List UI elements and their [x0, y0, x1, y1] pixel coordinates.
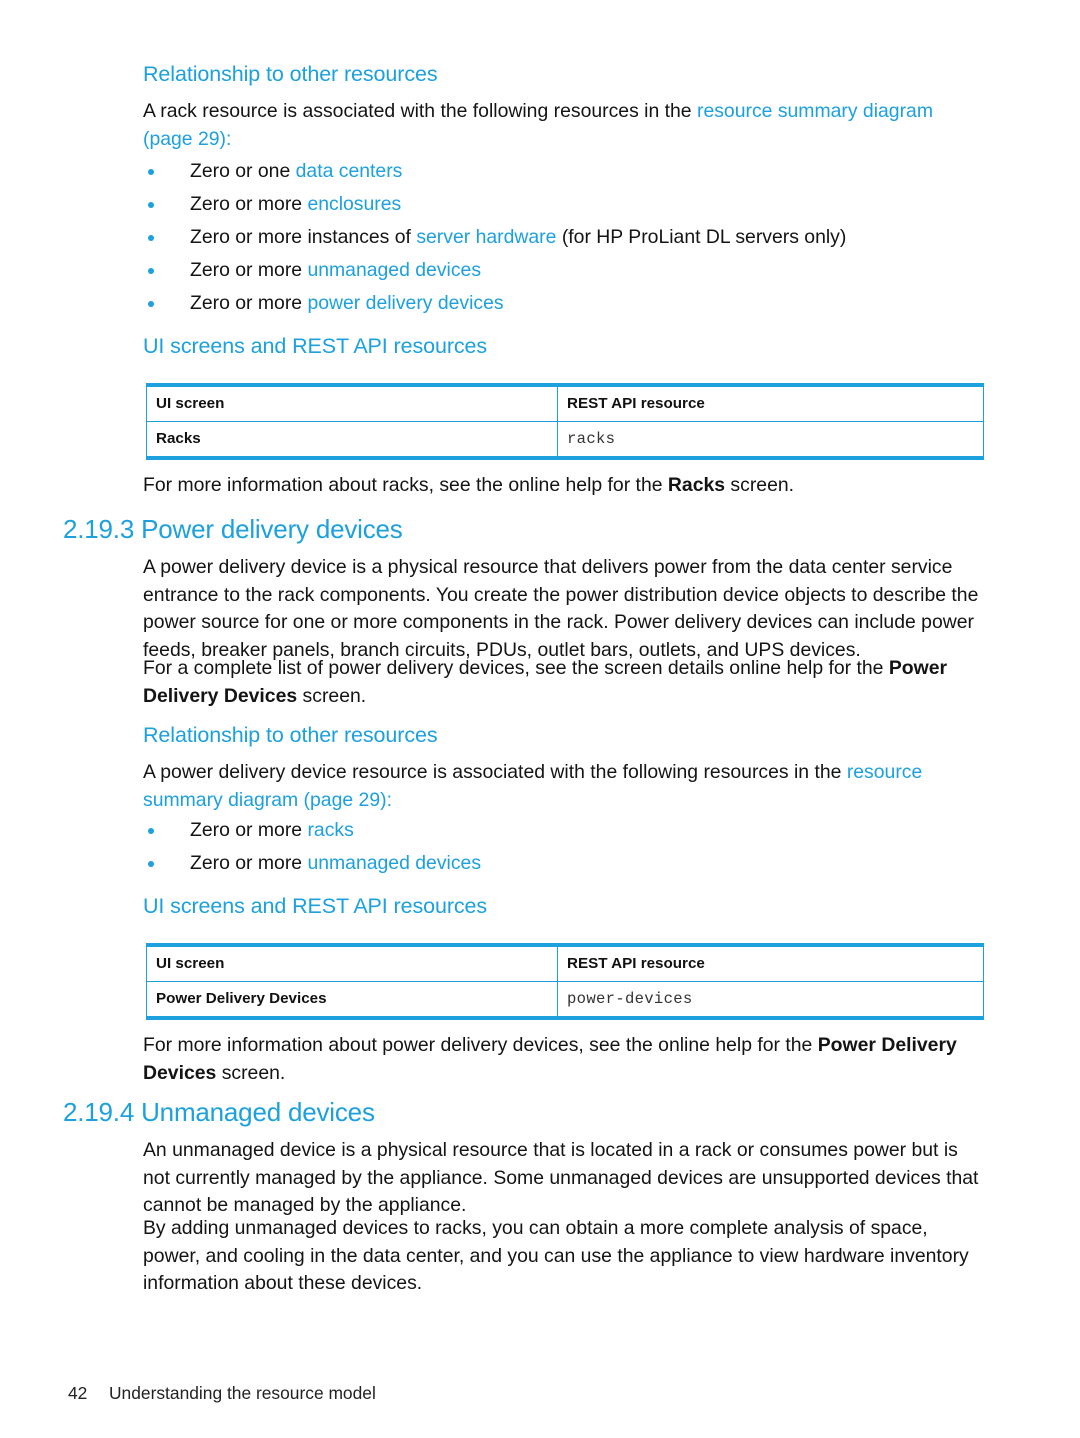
- bullet-dot-icon: [148, 828, 154, 834]
- list-item-text: Zero or more power delivery devices: [190, 290, 988, 318]
- table-header-ui-screen: UI screen: [147, 947, 558, 981]
- heading-ui-screens-rest-api-power: UI screens and REST API resources: [143, 894, 488, 918]
- heading-ui-screens-rest-api-racks: UI screens and REST API resources: [143, 334, 488, 358]
- table-cell-rest-api-resource: power-devices: [567, 990, 693, 1008]
- section-heading-power-delivery-devices: 2.19.3 Power delivery devices: [63, 514, 403, 544]
- paragraph-unmanaged-devices-definition: An unmanaged device is a physical resour…: [143, 1139, 979, 1217]
- table-header-ui-screen: UI screen: [147, 387, 558, 421]
- text-lead: Zero or more: [190, 819, 308, 841]
- text-lead: Zero or more instances of: [190, 226, 417, 248]
- link-unmanaged-devices[interactable]: unmanaged devices: [307, 259, 481, 281]
- table-cell-rest-api-resource: racks: [567, 430, 616, 448]
- table-row: Power Delivery Devices power-devices: [147, 981, 983, 1016]
- text-lead: Zero or more: [190, 193, 308, 215]
- paragraph-racks-closing: For more information about racks, see th…: [143, 472, 986, 500]
- page-footer: 42 Understanding the resource model: [68, 1383, 376, 1404]
- bullet-dot-icon: [148, 301, 154, 307]
- link-enclosures[interactable]: enclosures: [307, 193, 401, 215]
- list-item: Zero or more instances of server hardwar…: [143, 224, 988, 252]
- text-intro-lead: A power delivery device resource is asso…: [143, 761, 847, 783]
- page-number: 42: [68, 1383, 88, 1403]
- bullet-dot-icon: [148, 268, 154, 274]
- list-item-text: Zero or more unmanaged devices: [190, 850, 988, 878]
- list-item-text: Zero or more enclosures: [190, 191, 988, 219]
- table-header-row: UI screen REST API resource: [147, 387, 983, 421]
- document-page: Relationship to other resources A rack r…: [0, 0, 1080, 1438]
- list-item: Zero or one data centers: [143, 158, 988, 186]
- link-data-centers[interactable]: data centers: [296, 160, 403, 182]
- text-tail: (for HP ProLiant DL servers only): [556, 226, 847, 248]
- text-lead: Zero or one: [190, 160, 296, 182]
- text-tail: screen.: [297, 684, 367, 707]
- table-cell-ui-screen: Power Delivery Devices: [147, 982, 558, 1016]
- paragraph-power-delivery-overview: A power delivery device is a physical re…: [143, 556, 979, 661]
- bullet-dot-icon: [148, 202, 154, 208]
- text-intro-lead: A rack resource is associated with the f…: [143, 100, 697, 122]
- link-racks[interactable]: racks: [307, 819, 353, 841]
- bullet-dot-icon: [148, 235, 154, 241]
- list-item-text: Zero or more unmanaged devices: [190, 257, 988, 285]
- text-intro-colon: :: [386, 788, 392, 811]
- text-racks-screen-name: Racks: [667, 474, 726, 496]
- table-header-rest-api-resource: REST API resource: [567, 955, 705, 972]
- link-unmanaged-devices[interactable]: unmanaged devices: [307, 852, 481, 874]
- heading-relationship-to-other-resources-racks: Relationship to other resources: [143, 62, 438, 86]
- table-header-rest-api-resource: REST API resource: [567, 395, 705, 412]
- section-heading-unmanaged-devices: 2.19.4 Unmanaged devices: [63, 1097, 375, 1127]
- list-item: Zero or more racks: [143, 817, 988, 845]
- text-tail: screen.: [216, 1061, 286, 1084]
- list-item-text: Zero or more racks: [190, 817, 988, 845]
- list-item: Zero or more power delivery devices: [143, 290, 988, 318]
- link-power-delivery-devices[interactable]: power delivery devices: [307, 292, 503, 314]
- table-cell-ui-screen: Racks: [147, 422, 558, 456]
- text-lead: Zero or more: [190, 292, 308, 314]
- bullet-dot-icon: [148, 861, 154, 867]
- paragraph-power-delivery-closing: For more information about power deliver…: [143, 1032, 986, 1087]
- text-lead: For more information about racks, see th…: [143, 474, 668, 496]
- paragraph-rack-relationship-intro: A rack resource is associated with the f…: [143, 98, 986, 153]
- heading-relationship-to-other-resources-power: Relationship to other resources: [143, 723, 438, 747]
- text-lead: Zero or more: [190, 259, 308, 281]
- table-ui-rest-racks: UI screen REST API resource Racks racks: [146, 383, 984, 460]
- text-intro-colon: :: [226, 127, 232, 150]
- list-item-text: Zero or more instances of server hardwar…: [190, 224, 988, 252]
- table-row: Racks racks: [147, 421, 983, 456]
- text-tail: screen.: [725, 474, 795, 496]
- text-lead: For more information about power deliver…: [143, 1034, 818, 1056]
- table-header-row: UI screen REST API resource: [147, 947, 983, 981]
- text-lead: For a complete list of power delivery de…: [143, 657, 889, 679]
- paragraph-power-relationship-intro: A power delivery device resource is asso…: [143, 759, 986, 814]
- footer-chapter-title: Understanding the resource model: [109, 1383, 376, 1403]
- text-lead: Zero or more: [190, 852, 308, 874]
- list-item-text: Zero or one data centers: [190, 158, 988, 186]
- list-item: Zero or more unmanaged devices: [143, 257, 988, 285]
- list-item: Zero or more enclosures: [143, 191, 988, 219]
- paragraph-unmanaged-devices-benefits: By adding unmanaged devices to racks, yo…: [143, 1217, 969, 1295]
- list-item: Zero or more unmanaged devices: [143, 850, 988, 878]
- link-server-hardware[interactable]: server hardware: [416, 226, 556, 248]
- table-ui-rest-power-delivery: UI screen REST API resource Power Delive…: [146, 943, 984, 1020]
- paragraph-power-delivery-complete-list: For a complete list of power delivery de…: [143, 655, 986, 710]
- bullet-dot-icon: [148, 169, 154, 175]
